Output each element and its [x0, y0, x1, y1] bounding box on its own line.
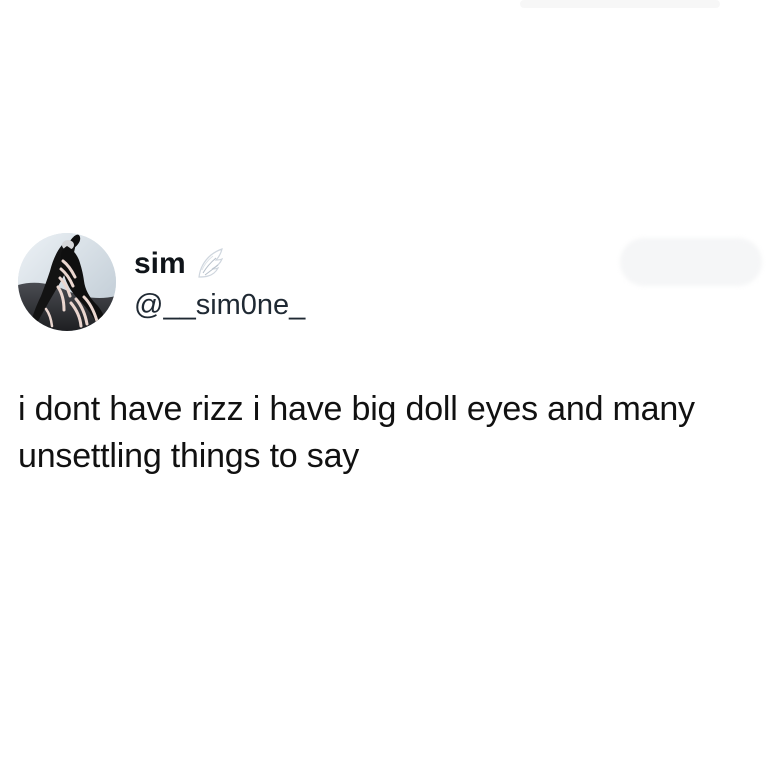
avatar[interactable] — [18, 233, 116, 331]
top-faded-bar — [520, 0, 720, 8]
display-name[interactable]: sim — [134, 249, 186, 279]
author-block: sim @__sim0ne_ — [134, 243, 494, 323]
username-handle[interactable]: @__sim0ne_ — [134, 291, 305, 320]
angel-wing-icon — [194, 247, 224, 281]
faded-follow-button-shape — [620, 238, 762, 286]
display-name-row: sim — [134, 243, 224, 285]
faded-follow-button — [620, 238, 762, 286]
tweet-card: sim @__sim0ne_ i dont have rizz i have b… — [0, 0, 772, 772]
profile-photo-icon — [18, 233, 116, 331]
faded-metadata-area — [36, 673, 736, 713]
tweet-body: i dont have rizz i have big doll eyes an… — [18, 390, 695, 475]
